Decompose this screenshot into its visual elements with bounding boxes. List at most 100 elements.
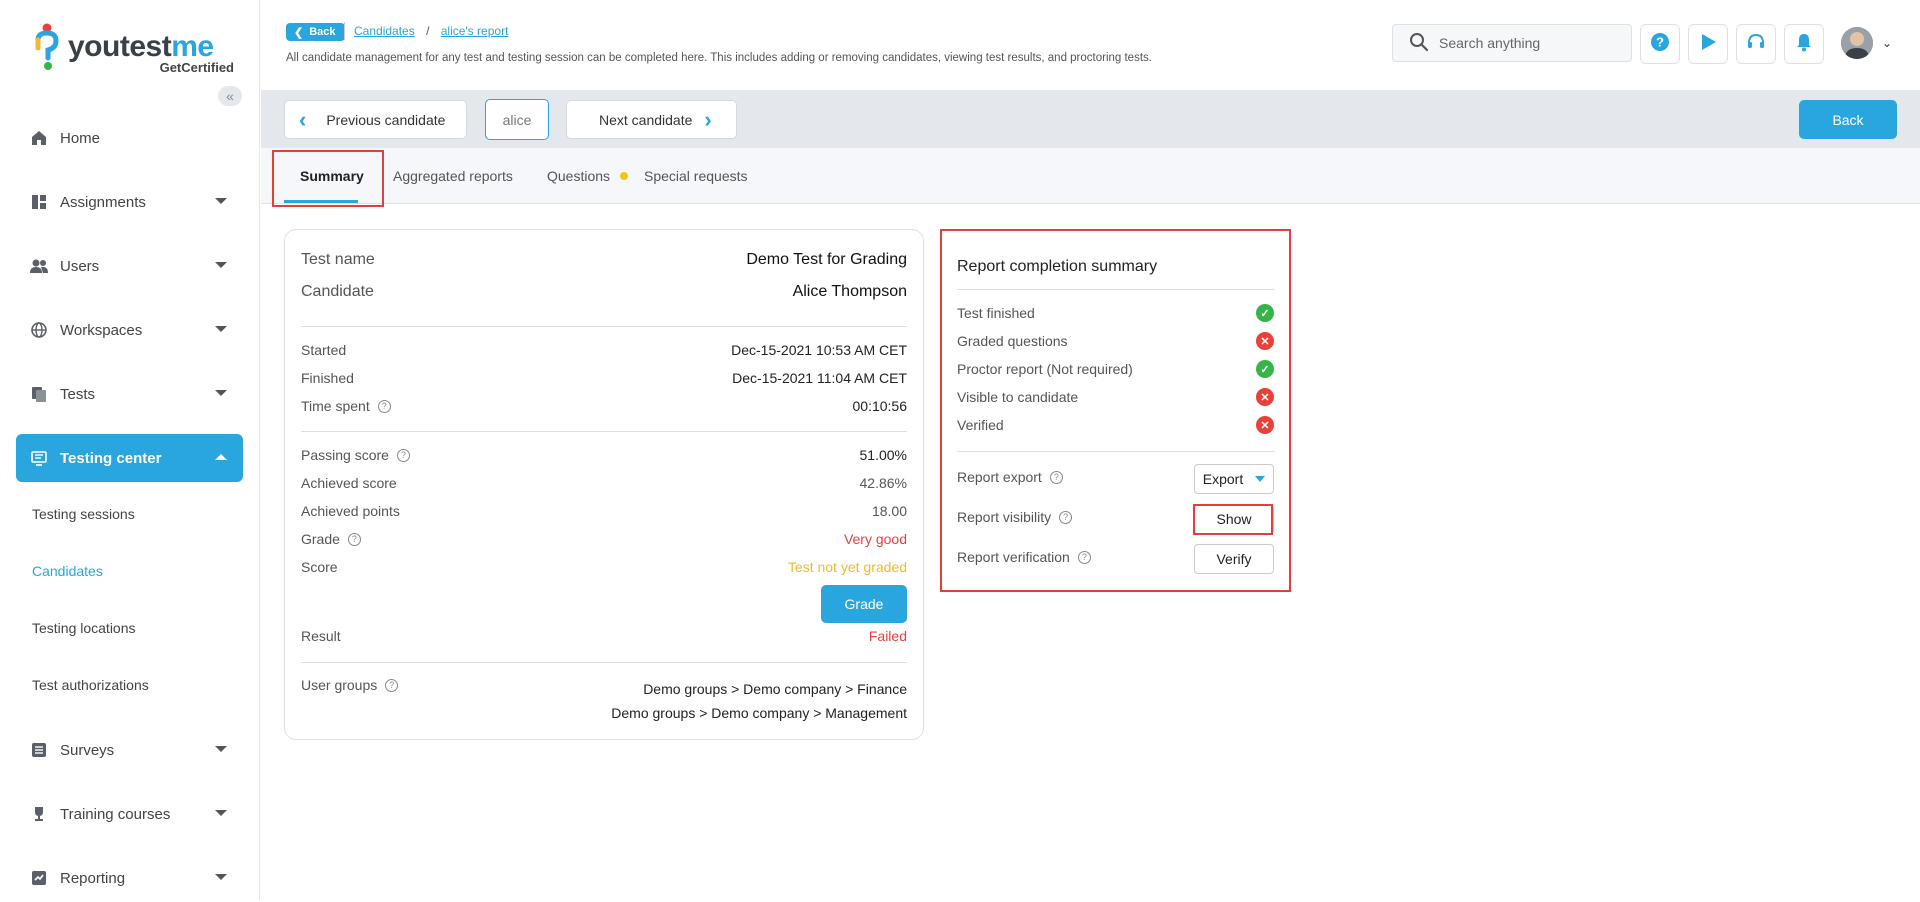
result-value: Failed [868,628,907,644]
user-groups-row: User groups? Demo groups > Demo company … [301,677,907,725]
trophy-icon [30,805,48,823]
previous-candidate-button[interactable]: ‹ Previous candidate [284,100,467,139]
sidebar-subitem-test-authorizations[interactable]: Test authorizations [32,677,149,693]
user-group-item: Demo groups > Demo company > Management [611,705,907,721]
achieved-points-row: Achieved points 18.00 [301,503,907,519]
home-icon [30,129,48,147]
sidebar-item-surveys[interactable]: Surveys [16,726,243,774]
breadcrumb: Candidates / alice's report [354,24,508,38]
divider [301,431,907,432]
logo[interactable]: youtestme GetCertified [34,22,234,82]
testing-center-icon [30,449,48,467]
headset-icon [1746,32,1766,57]
support-button[interactable] [1736,24,1776,64]
highlight-box [272,150,384,207]
breadcrumb-report-link[interactable]: alice's report [441,24,509,38]
finished-row: Finished Dec-15-2021 11:04 AM CET [301,370,907,386]
sidebar-item-reporting[interactable]: Reporting [16,854,243,902]
breadcrumb-back-button[interactable]: ❮ Back [286,23,345,41]
collapse-sidebar-button[interactable]: « [218,86,242,106]
breadcrumb-candidates-link[interactable]: Candidates [354,24,415,38]
achieved-score-row: Achieved score 42.86% [301,475,907,491]
help-icon: ? [1650,32,1670,57]
candidate-value: Alice Thompson [792,283,907,300]
sidebar-item-label: Tests [60,385,96,403]
brand-name: youtestme [68,30,214,63]
reporting-icon [30,869,48,887]
time-spent-row: Time spent? 00:10:56 [301,398,907,414]
sidebar-item-workspaces[interactable]: Workspaces [16,306,243,354]
next-candidate-button[interactable]: Next candidate › [566,100,737,139]
grade-button[interactable]: Grade [821,585,907,623]
sidebar-subitem-candidates[interactable]: Candidates [32,563,103,579]
sidebar-item-label: Testing center [60,449,162,467]
divider [344,22,345,40]
brand-tagline: GetCertified [159,60,234,75]
highlight-box [1193,504,1273,535]
test-name-value: Demo Test for Grading [746,251,907,268]
chevron-up-icon [215,454,227,460]
search-icon [1409,32,1429,55]
notifications-button[interactable] [1784,24,1824,64]
sidebar-item-home[interactable]: Home [16,114,243,162]
sidebar-subitem-testing-sessions[interactable]: Testing sessions [32,506,135,522]
current-candidate[interactable]: alice [485,99,549,140]
chevron-down-icon [215,746,227,752]
header: ❮ Back Candidates / alice's report All c… [261,0,1920,90]
chevron-right-icon: › [704,106,712,132]
chevron-down-icon [215,390,227,396]
score-row: Score Test not yet graded [301,559,907,575]
help-icon[interactable]: ? [396,448,410,462]
breadcrumb-separator: / [426,24,430,38]
test-details-card: Test name Demo Test for Grading Candidat… [284,229,924,740]
sidebar-item-tests[interactable]: Tests [16,370,243,418]
score-status: Test not yet graded [787,559,907,575]
sidebar-item-label: Training courses [60,805,171,823]
help-button[interactable]: ? [1640,24,1680,64]
sidebar-item-users[interactable]: Users [16,242,243,290]
started-row: Started Dec-15-2021 10:53 AM CET [301,342,907,358]
user-groups-list: Demo groups > Demo company > Finance Dem… [611,677,907,725]
sidebar-item-label: Reporting [60,869,126,887]
bell-icon [1794,32,1814,57]
assignments-icon [30,193,48,211]
users-icon [30,257,48,275]
sidebar: youtestme GetCertified « Home Assignment… [0,0,260,900]
avatar[interactable] [1841,27,1873,59]
play-tutorial-button[interactable] [1688,24,1728,64]
sidebar-item-testing-center[interactable]: Testing center [16,434,243,482]
play-icon [1698,32,1718,57]
sidebar-subitem-testing-locations[interactable]: Testing locations [32,620,136,636]
chevron-left-icon: ❮ [294,26,304,39]
result-row: Result Failed [301,628,907,644]
sidebar-item-label: Workspaces [60,321,143,339]
tab-questions[interactable]: Questions [547,148,629,204]
user-group-item: Demo groups > Demo company > Finance [643,681,907,697]
surveys-icon [30,741,48,759]
divider [301,662,907,663]
sidebar-item-label: Home [60,129,101,147]
candidate-row: Candidate Alice Thompson [301,283,907,300]
chevron-down-icon [215,262,227,268]
back-button[interactable]: Back [1799,100,1897,139]
help-icon[interactable]: ? [347,532,361,546]
candidate-toolbar: ‹ Previous candidate alice Next candidat… [261,90,1920,148]
tab-aggregated-reports[interactable]: Aggregated reports [393,148,513,204]
svg-text:?: ? [1656,34,1664,49]
sidebar-item-label: Surveys [60,741,115,759]
globe-icon [30,321,48,339]
chevron-left-icon: ‹ [299,106,307,132]
sidebar-item-training-courses[interactable]: Training courses [16,790,243,838]
highlight-box [940,229,1291,592]
help-icon[interactable]: ? [385,678,399,692]
chevron-down-icon [215,810,227,816]
search-input[interactable]: Search anything [1392,24,1632,62]
divider [301,326,907,327]
help-icon[interactable]: ? [377,399,391,413]
sidebar-item-label: Users [60,257,100,275]
chevron-down-icon[interactable]: ⌄ [1882,36,1892,50]
logo-mark-icon [35,23,59,70]
tests-icon [30,385,48,403]
tab-special-requests[interactable]: Special requests [644,148,748,204]
sidebar-item-assignments[interactable]: Assignments [16,178,243,226]
